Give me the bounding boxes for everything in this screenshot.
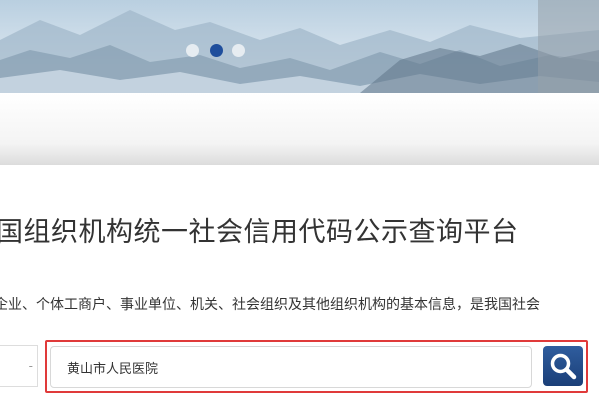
banner-side-panel bbox=[538, 0, 599, 93]
mountain-landscape-image bbox=[0, 10, 599, 93]
section-divider bbox=[0, 93, 599, 165]
carousel-dot-1[interactable] bbox=[186, 44, 199, 57]
search-icon bbox=[550, 353, 577, 380]
banner bbox=[0, 0, 599, 93]
search-button[interactable] bbox=[543, 346, 583, 386]
search-input[interactable] bbox=[50, 346, 532, 388]
carousel-dot-3[interactable] bbox=[232, 44, 245, 57]
page-description: 企业、个体工商户、事业单位、机关、社会组织及其他组织机构的基本信息，是我国社会 bbox=[0, 297, 540, 313]
carousel-dot-2[interactable] bbox=[210, 44, 223, 57]
search-type-select[interactable]: - bbox=[0, 345, 38, 387]
page-title: 国组织机构统一社会信用代码公示查询平台 bbox=[0, 217, 519, 248]
